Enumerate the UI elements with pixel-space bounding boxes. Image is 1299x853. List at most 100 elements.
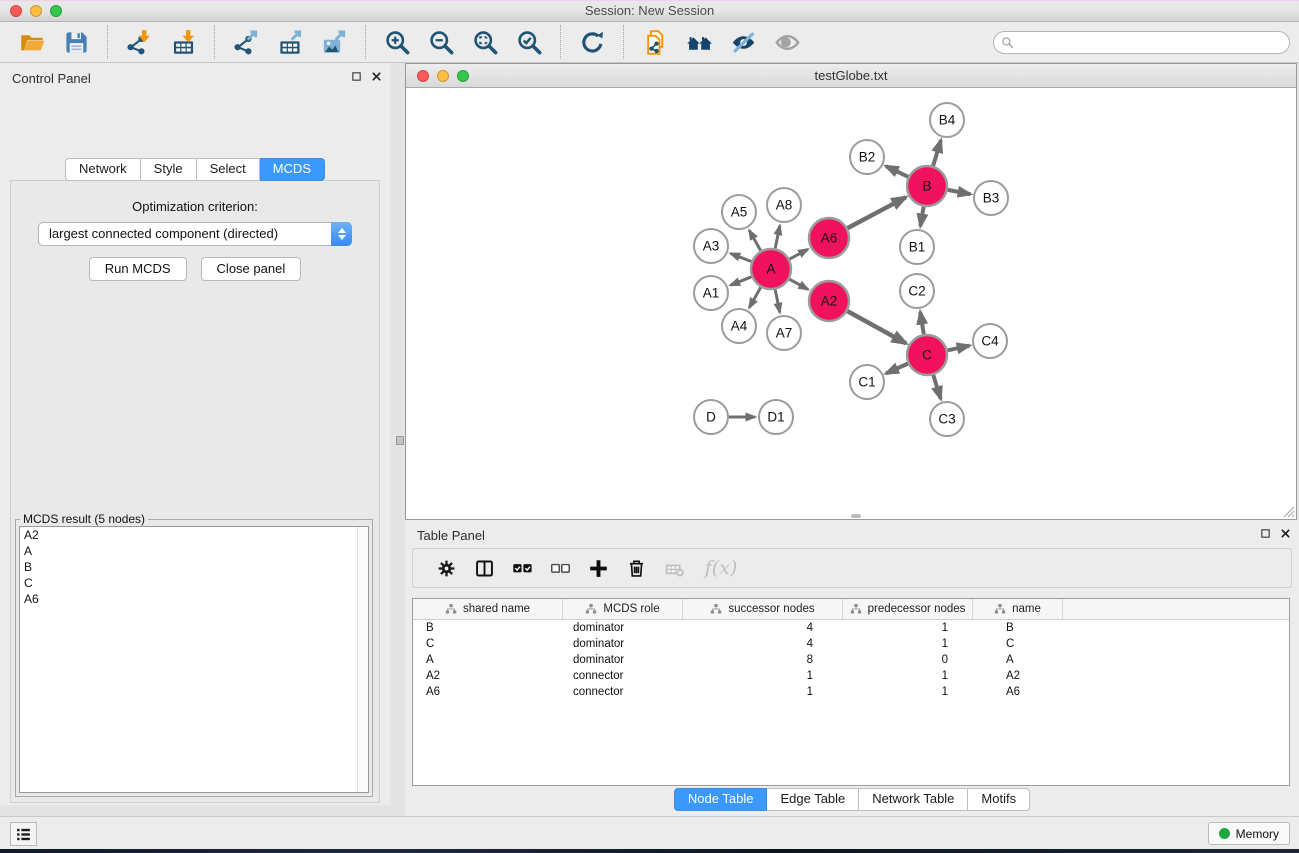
edge-A-A8[interactable]: [775, 226, 780, 249]
tab-style[interactable]: Style: [141, 158, 197, 181]
node-C3[interactable]: C3: [930, 402, 964, 436]
node-A8[interactable]: A8: [767, 188, 801, 222]
edge-B-B4[interactable]: [933, 140, 941, 166]
column-header-predecessor-nodes[interactable]: predecessor nodes: [843, 599, 973, 619]
close-table-panel-icon[interactable]: [1280, 528, 1291, 539]
tab-select[interactable]: Select: [197, 158, 260, 181]
zoom-in-icon[interactable]: [382, 27, 412, 57]
first-neighbors-icon[interactable]: [684, 27, 714, 57]
close-panel-button[interactable]: Close panel: [201, 257, 302, 281]
column-header-successor-nodes[interactable]: successor nodes: [683, 599, 843, 619]
toggle-columns-icon[interactable]: [472, 556, 496, 580]
table-row[interactable]: Adominator80A: [413, 652, 1289, 668]
delete-column-icon[interactable]: [624, 556, 648, 580]
edge-C-C1[interactable]: [886, 364, 908, 374]
edge-B-B2[interactable]: [886, 166, 908, 177]
table-row[interactable]: A6connector11A6: [413, 684, 1289, 700]
mcds-list-scrollbar[interactable]: [357, 527, 368, 792]
show-panels-button[interactable]: [10, 822, 37, 846]
table-tab-motifs[interactable]: Motifs: [968, 788, 1030, 811]
edge-A-A2[interactable]: [789, 279, 808, 289]
node-B1[interactable]: B1: [900, 230, 934, 264]
export-network-icon[interactable]: [231, 27, 261, 57]
tab-mcds[interactable]: MCDS: [260, 158, 325, 181]
edge-B-B3[interactable]: [948, 190, 971, 194]
edge-A-A4[interactable]: [749, 287, 760, 307]
node-B[interactable]: B: [907, 166, 947, 206]
node-D1[interactable]: D1: [759, 400, 793, 434]
network-window-titlebar[interactable]: testGlobe.txt: [406, 64, 1296, 88]
edge-B-B1[interactable]: [920, 207, 923, 227]
network-canvas[interactable]: B4 B2 B B3 A5 A8A6 B1 A3 A C2 A1 A2 A4 A7 C4 C C1 C3 D D1: [406, 88, 1296, 519]
node-A7[interactable]: A7: [767, 316, 801, 350]
table-row[interactable]: Bdominator41B: [413, 620, 1289, 636]
table-row[interactable]: A2connector11A2: [413, 668, 1289, 684]
import-network-icon[interactable]: [124, 27, 154, 57]
node-B4[interactable]: B4: [930, 103, 964, 137]
node-A2[interactable]: A2: [809, 281, 849, 321]
add-column-icon[interactable]: [586, 556, 610, 580]
edge-A-A7[interactable]: [775, 290, 780, 313]
mcds-result-item[interactable]: C: [20, 575, 368, 591]
tab-network[interactable]: Network: [65, 158, 141, 181]
node-A5[interactable]: A5: [722, 195, 756, 229]
mcds-result-item[interactable]: A6: [20, 591, 368, 607]
zoom-out-icon[interactable]: [426, 27, 456, 57]
node-C2[interactable]: C2: [900, 274, 934, 308]
mcds-result-item[interactable]: A2: [20, 527, 368, 543]
search-input[interactable]: [1014, 33, 1289, 52]
zoom-selected-icon[interactable]: [514, 27, 544, 57]
node-C[interactable]: C: [907, 335, 947, 375]
network-hscroll-thumb[interactable]: [851, 514, 861, 518]
refresh-view-icon[interactable]: [577, 27, 607, 57]
hide-selected-icon[interactable]: [728, 27, 758, 57]
node-A3[interactable]: A3: [694, 229, 728, 263]
export-image-icon[interactable]: [319, 27, 349, 57]
edge-A-A1[interactable]: [730, 277, 751, 285]
column-header-name[interactable]: name: [973, 599, 1063, 619]
node-B3[interactable]: B3: [974, 181, 1008, 215]
resize-grip-icon[interactable]: [1281, 504, 1295, 518]
edge-A6-B[interactable]: [848, 197, 906, 228]
table-row[interactable]: Cdominator41C: [413, 636, 1289, 652]
node-A4[interactable]: A4: [722, 309, 756, 343]
table-settings-icon[interactable]: [434, 556, 458, 580]
node-C1[interactable]: C1: [850, 365, 884, 399]
import-table-icon[interactable]: [168, 27, 198, 57]
zoom-fit-icon[interactable]: [470, 27, 500, 57]
splitter-handle[interactable]: [396, 436, 404, 445]
table-tab-node-table[interactable]: Node Table: [674, 788, 768, 811]
node-A1[interactable]: A1: [694, 276, 728, 310]
mcds-result-item[interactable]: B: [20, 559, 368, 575]
edge-C-C4[interactable]: [947, 346, 969, 351]
edge-C-C3[interactable]: [933, 375, 940, 399]
float-panel-icon[interactable]: [351, 71, 362, 82]
mcds-result-item[interactable]: A: [20, 543, 368, 559]
column-header-shared-name[interactable]: shared name: [413, 599, 563, 619]
network-graph[interactable]: B4 B2 B B3 A5 A8A6 B1 A3 A C2 A1 A2 A4 A7 C4 C C1 C3 D D1: [406, 88, 1296, 519]
table-tab-edge-table[interactable]: Edge Table: [767, 788, 859, 811]
new-network-from-selection-icon[interactable]: [640, 27, 670, 57]
memory-button[interactable]: Memory: [1208, 822, 1290, 845]
close-panel-icon[interactable]: [371, 71, 382, 82]
search-box[interactable]: [993, 31, 1290, 54]
deselect-all-icon[interactable]: [548, 556, 572, 580]
save-session-icon[interactable]: [61, 27, 91, 57]
node-A[interactable]: A: [751, 249, 791, 289]
node-B2[interactable]: B2: [850, 140, 884, 174]
column-header-MCDS-role[interactable]: MCDS role: [563, 599, 683, 619]
edge-A-A5[interactable]: [749, 230, 760, 250]
open-file-icon[interactable]: [17, 27, 47, 57]
node-A6[interactable]: A6: [809, 218, 849, 258]
select-all-icon[interactable]: [510, 556, 534, 580]
edge-A-A6[interactable]: [790, 249, 808, 259]
edge-C-C2[interactable]: [920, 312, 924, 335]
table-tab-network-table[interactable]: Network Table: [859, 788, 968, 811]
float-table-panel-icon[interactable]: [1260, 528, 1271, 539]
edge-A2-C[interactable]: [847, 311, 906, 343]
export-table-icon[interactable]: [275, 27, 305, 57]
optimization-criterion-dropdown[interactable]: largest connected component (directed): [38, 222, 352, 246]
run-mcds-button[interactable]: Run MCDS: [89, 257, 187, 281]
node-D[interactable]: D: [694, 400, 728, 434]
node-C4[interactable]: C4: [973, 324, 1007, 358]
